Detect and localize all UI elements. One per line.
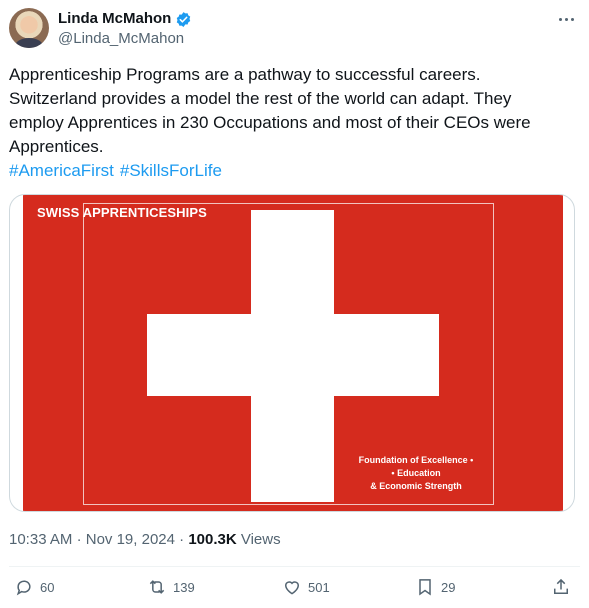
reply-count: 60 [40,579,55,595]
views-count: 100.3K [188,531,237,548]
bookmark-button[interactable]: 29 [415,577,455,597]
like-button[interactable]: 501 [282,577,330,597]
retweet-button[interactable]: 139 [147,577,195,597]
meta-separator: · [76,531,82,548]
like-count: 501 [308,579,330,595]
tweet-date[interactable]: Nov 19, 2024 [86,531,175,548]
share-button[interactable] [551,577,571,597]
verified-badge-icon [177,11,191,27]
caption-line: Foundation of Excellence • [358,455,474,465]
tweet-body: Apprenticeship Programs are a pathway to… [9,63,569,183]
tweet-time[interactable]: 10:33 AM [9,531,72,548]
tweet-text: Apprenticeship Programs are a pathway to… [9,65,531,156]
media-image: SWISS APPRENTICESHIPS Foundation of Exce… [23,195,563,511]
caption-line: • Education [391,468,441,478]
hashtag-link[interactable]: #AmericaFirst [9,161,114,180]
heart-icon [284,581,300,595]
share-icon [554,578,568,594]
bookmark-icon [419,579,431,596]
hashtags: #AmericaFirst #SkillsForLife [9,159,569,183]
retweet-icon [149,580,165,594]
author-handle[interactable]: @Linda_McMahon [58,29,192,49]
swiss-cross-horizontal [147,314,439,396]
author-names: Linda McMahon @Linda_McMahon [58,9,192,49]
retweet-count: 139 [173,579,195,595]
tweet-meta: 10:33 AM · Nov 19, 2024 · 100.3K Views [9,530,281,550]
bookmark-count: 29 [441,579,456,595]
action-bar: 60 139 501 29 [0,577,589,603]
display-name-row: Linda McMahon [58,9,192,29]
media-title: SWISS APPRENTICESHIPS [37,205,207,220]
reply-icon [16,580,31,596]
tweet-header: Linda McMahon @Linda_McMahon [9,8,580,50]
meta-separator: · [179,531,185,548]
reply-button[interactable]: 60 [14,577,54,597]
more-options-icon[interactable] [556,12,576,26]
caption-line: & Economic Strength [370,481,462,491]
display-name[interactable]: Linda McMahon [58,9,171,29]
avatar[interactable] [9,8,49,48]
media-caption: Foundation of Excellence • • Education &… [341,454,491,493]
tweet-media[interactable]: SWISS APPRENTICESHIPS Foundation of Exce… [9,194,575,512]
hashtag-link[interactable]: #SkillsForLife [120,161,222,180]
divider [9,566,580,567]
views-label: Views [240,531,281,548]
